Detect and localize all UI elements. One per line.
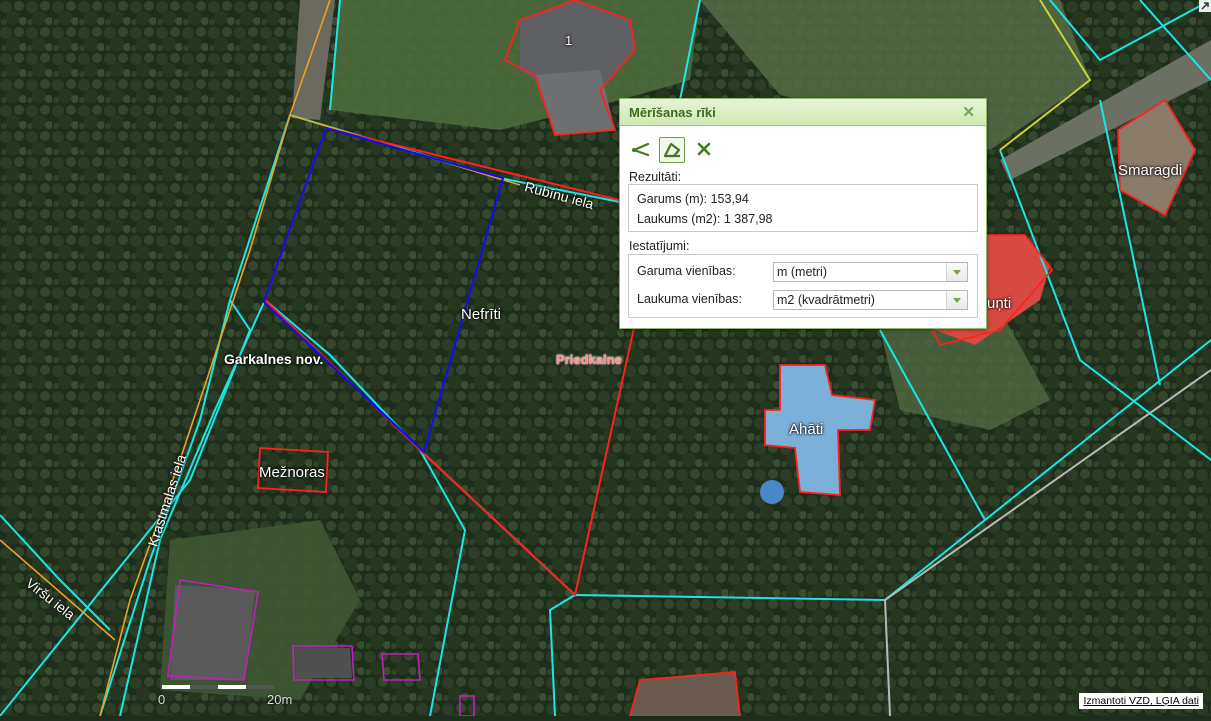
clear-icon[interactable]	[692, 137, 716, 161]
property-label-meznoras: Mežnoras	[259, 464, 325, 481]
area-result: Laukums (m2): 1 387,98	[637, 212, 773, 226]
house-number-label: 1	[565, 33, 573, 48]
scale-bar: 0 20m	[158, 684, 300, 707]
chevron-down-icon[interactable]	[946, 291, 967, 309]
county-label: Garkalnes nov.	[224, 351, 324, 367]
property-label-priedkalne: Priedkalne	[556, 352, 622, 367]
length-units-value: m (metri)	[777, 265, 827, 279]
area-units-select[interactable]: m2 (kvadrātmetri)	[773, 290, 968, 310]
map-view[interactable]: 1 Smaragdi uņti Nefrīti Priedkalne Garka…	[0, 0, 1211, 717]
scale-distance-label: 20m	[267, 692, 293, 707]
measure-length-icon[interactable]	[630, 137, 654, 161]
measurement-tools-panel: Mērīšanas rīki ✕ Rezultāti: Garums (m): …	[619, 98, 987, 329]
property-label-ahati: Ahāti	[789, 421, 824, 438]
length-units-label: Garuma vienības:	[637, 264, 736, 278]
area-units-label: Laukuma vienības:	[637, 292, 742, 306]
attribution-link[interactable]: Izmantoti VZD, LĢIA dati	[1079, 693, 1203, 709]
length-result: Garums (m): 153,94	[637, 192, 749, 206]
settings-box: Garuma vienības: m (metri) Laukuma vienī…	[628, 254, 978, 318]
results-label: Rezultāti:	[629, 170, 682, 184]
building	[170, 585, 255, 680]
settings-label: Iestatījumi:	[629, 239, 690, 253]
scale-zero-label: 0	[158, 692, 166, 707]
panel-header[interactable]: Mērīšanas rīki ✕	[620, 99, 986, 126]
measure-area-icon[interactable]	[659, 137, 685, 163]
pool	[760, 480, 784, 504]
panel-title: Mērīšanas rīki	[629, 105, 716, 120]
property-label-nefriti: Nefrīti	[461, 306, 502, 323]
results-box: Garums (m): 153,94 Laukums (m2): 1 387,9…	[628, 184, 978, 232]
close-icon[interactable]: ✕	[962, 103, 975, 121]
building	[295, 648, 352, 678]
area-units-value: m2 (kvadrātmetri)	[777, 293, 875, 307]
chevron-down-icon[interactable]	[946, 263, 967, 281]
property-label-unti: uņti	[987, 295, 1012, 312]
expand-icon[interactable]	[1199, 0, 1211, 12]
property-label-smaragdi: Smaragdi	[1118, 162, 1183, 179]
length-units-select[interactable]: m (metri)	[773, 262, 968, 282]
